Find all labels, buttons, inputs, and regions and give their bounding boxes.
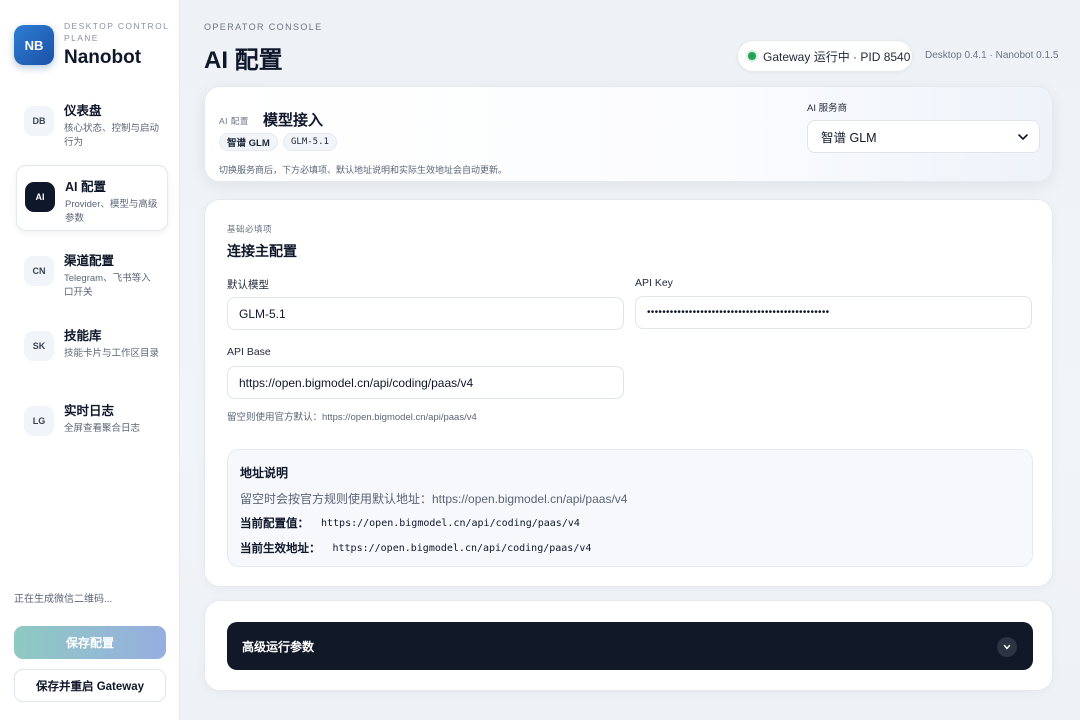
gateway-status-pill: Gateway 运行中 · PID 8540 <box>737 40 913 72</box>
connection-card: 基础必填项 连接主配置 默认模型 GLM-5.1 API Key •••••••… <box>204 199 1053 587</box>
provider-eyebrow: AI 配置 <box>219 116 249 126</box>
provider-card: AI 配置 模型接入 智谱 GLM GLM-5.1 切换服务商后，下方必填项、默… <box>204 86 1053 182</box>
address-info-title: 地址说明 <box>240 466 289 480</box>
advanced-card: 高级运行参数 <box>204 600 1053 691</box>
save-restart-gateway-button[interactable]: 保存并重启 Gateway <box>14 669 166 702</box>
address-info-box: 地址说明 留空时会按官方规则使用默认地址：https://open.bigmod… <box>227 449 1033 567</box>
sidebar-item-dashboard[interactable]: DB 仪表盘 核心状态、控制与启动行为 <box>16 90 168 156</box>
sidebar-item-desc: Telegram、飞书等入口开关 <box>64 273 151 298</box>
effective-address-label: 当前生效地址： <box>240 543 321 555</box>
advanced-params-title: 高级运行参数 <box>242 639 315 654</box>
default-model-input[interactable]: GLM-5.1 <box>227 297 624 330</box>
save-config-button[interactable]: 保存配置 <box>14 626 166 659</box>
model-chip: GLM-5.1 <box>283 133 337 151</box>
api-key-input[interactable]: ••••••••••••••••••••••••••••••••••••••••… <box>635 296 1032 329</box>
sidebar-item-logs[interactable]: LG 实时日志 全屏查看聚合日志 <box>16 390 168 456</box>
qr-status-text: 正在生成微信二维码... <box>14 594 113 605</box>
sidebar-item-desc: Provider、模型与高级参数 <box>65 199 158 224</box>
address-default-line: 留空时会按官方规则使用默认地址：https://open.bigmodel.cn… <box>240 492 628 506</box>
default-model-label: 默认模型 <box>227 279 269 291</box>
provider-title: 模型接入 <box>263 112 324 129</box>
brand-name: Nanobot <box>64 47 142 68</box>
provider-hint: 切换服务商后，下方必填项、默认地址说明和实际生效地址会自动更新。 <box>219 165 508 175</box>
sidebar-nav: DB 仪表盘 核心状态、控制与启动行为 AI AI 配置 Provider、模型… <box>16 90 168 465</box>
current-config-value: https://open.bigmodel.cn/api/coding/paas… <box>321 517 580 529</box>
nav-badge-icon: DB <box>24 106 54 136</box>
api-base-input[interactable]: https://open.bigmodel.cn/api/coding/paas… <box>227 366 624 399</box>
sidebar-item-desc: 全屏查看聚合日志 <box>64 423 141 434</box>
api-base-label: API Base <box>227 346 271 358</box>
provider-select-label: AI 服务商 <box>807 103 848 114</box>
sidebar-item-label: 实时日志 <box>64 404 115 418</box>
nav-badge-icon: SK <box>24 331 54 361</box>
provider-chip: 智谱 GLM <box>219 133 278 151</box>
page-title: AI 配置 <box>204 47 283 74</box>
status-dot-icon <box>748 52 756 60</box>
sidebar-item-label: 技能库 <box>64 329 102 343</box>
connection-title: 连接主配置 <box>227 243 297 259</box>
version-text: Desktop 0.4.1 · Nanobot 0.1.5 <box>925 50 1059 61</box>
nav-badge-icon: LG <box>24 406 54 436</box>
advanced-params-toggle[interactable]: 高级运行参数 <box>227 622 1033 670</box>
sidebar-item-desc: 核心状态、控制与启动行为 <box>64 123 160 148</box>
sidebar-item-label: 仪表盘 <box>64 104 102 118</box>
brand-logo: NB <box>14 25 54 65</box>
brand-subtitle: DESKTOP CONTROL PLANE <box>64 21 169 43</box>
gateway-status-text: Gateway 运行中 · PID 8540 <box>763 49 911 64</box>
current-config-label: 当前配置值： <box>240 518 309 530</box>
api-key-label: API Key <box>635 277 673 289</box>
sidebar-item-label: AI 配置 <box>65 180 106 194</box>
provider-select[interactable]: 智谱 GLM <box>807 120 1040 153</box>
current-config-row: 当前配置值： https://open.bigmodel.cn/api/codi… <box>240 515 580 531</box>
nav-badge-icon: AI <box>25 182 55 212</box>
sidebar-item-ai-config[interactable]: AI AI 配置 Provider、模型与高级参数 <box>16 165 168 231</box>
sidebar-item-skills[interactable]: SK 技能库 技能卡片与工作区目录 <box>16 315 168 381</box>
provider-select-value: 智谱 GLM <box>821 131 877 145</box>
sidebar-item-channels[interactable]: CN 渠道配置 Telegram、飞书等入口开关 <box>16 240 168 306</box>
chevron-down-icon <box>1018 134 1028 140</box>
sidebar-item-desc: 技能卡片与工作区目录 <box>64 348 160 359</box>
nav-badge-icon: CN <box>24 256 54 286</box>
effective-address-value: https://open.bigmodel.cn/api/coding/paas… <box>332 542 592 554</box>
sidebar-item-label: 渠道配置 <box>64 254 115 268</box>
sidebar: NB DESKTOP CONTROL PLANE Nanobot DB 仪表盘 … <box>0 0 180 720</box>
api-base-hint: 留空则使用官方默认：https://open.bigmodel.cn/api/p… <box>227 412 477 423</box>
effective-address-row: 当前生效地址： https://open.bigmodel.cn/api/cod… <box>240 540 591 556</box>
header-eyebrow: OPERATOR CONSOLE <box>204 22 323 32</box>
brand: NB DESKTOP CONTROL PLANE Nanobot <box>14 20 174 69</box>
connection-eyebrow: 基础必填项 <box>227 224 273 234</box>
chevron-down-icon[interactable] <box>997 637 1017 657</box>
